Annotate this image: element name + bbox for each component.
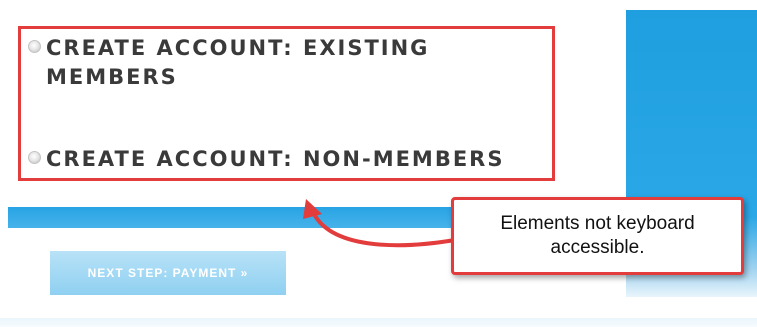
radio-circle-icon[interactable] xyxy=(28,40,41,53)
annotation-text: Elements not keyboard accessible. xyxy=(500,213,695,258)
radio-label-existing-members: CREATE ACCOUNT: EXISTING MEMBERS xyxy=(46,36,430,89)
radio-label-non-members: CREATE ACCOUNT: NON-MEMBERS xyxy=(46,147,505,171)
radio-option-non-members[interactable]: CREATE ACCOUNT: NON-MEMBERS xyxy=(28,145,504,174)
radio-circle-icon[interactable] xyxy=(28,151,41,164)
radio-option-existing-members[interactable]: CREATE ACCOUNT: EXISTING MEMBERS xyxy=(28,34,429,92)
bottom-strip xyxy=(0,318,757,327)
annotation-callout: Elements not keyboard accessible. xyxy=(451,197,744,275)
next-step-payment-button[interactable]: NEXT STEP: PAYMENT » xyxy=(50,251,286,295)
